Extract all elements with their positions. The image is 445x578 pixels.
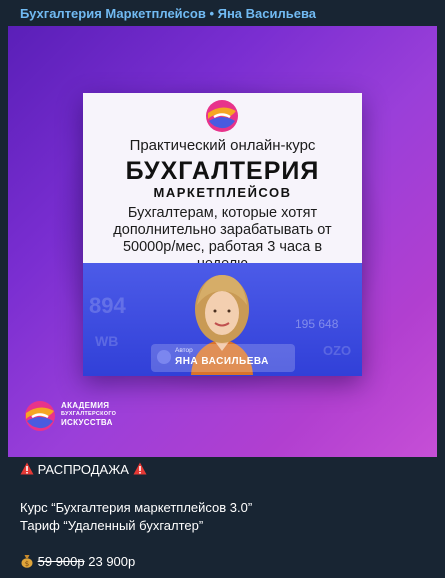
- tariff-line: Тариф “Удаленный бухгалтер”: [20, 518, 204, 533]
- promo-card: Практический онлайн-курс БУХГАЛТЕРИЯ МАР…: [83, 93, 362, 376]
- course-line: Курс “Бухгалтерия маркетплейсов 3.0”: [20, 500, 253, 515]
- bg-number: 894: [89, 293, 126, 318]
- svg-text:$: $: [25, 560, 29, 568]
- course-title-sub: МАРКЕТПЛЕЙСОВ: [153, 185, 292, 200]
- price-line: $ 59 900р 23 900р: [20, 554, 135, 569]
- academy-line1: АКАДЕМИЯ: [61, 401, 110, 410]
- warning-icon: [20, 462, 34, 475]
- sale-label: РАСПРОДАЖА: [37, 462, 129, 477]
- bg-number: OZO: [323, 343, 352, 358]
- sale-line: РАСПРОДАЖА: [20, 462, 147, 477]
- warning-icon: [133, 462, 147, 475]
- author-badge: Автор ЯНА ВАСИЛЬЕВА: [151, 344, 295, 372]
- academy-line2: БУХГАЛТЕРСКОГО: [61, 411, 117, 417]
- author-name: ЯНА ВАСИЛЬЕВА: [175, 356, 269, 367]
- course-title: БУХГАЛТЕРИЯ: [125, 157, 320, 185]
- academy-line3: ИСКУССТВА: [61, 418, 113, 427]
- author-label: Автор: [175, 347, 193, 354]
- bg-number: 195 648: [295, 317, 339, 331]
- money-bag-icon: $: [21, 555, 33, 568]
- channel-post: Бухгалтерия Маркетплейсов • Яна Васильев…: [0, 0, 445, 578]
- author-avatar: [157, 350, 171, 364]
- course-logo: [206, 100, 238, 132]
- bg-number: WB: [95, 333, 119, 349]
- course-subtitle: Практический онлайн-курс: [129, 137, 316, 154]
- academy-name: АКАДЕМИЯ БУХГАЛТЕРСКОГО ИСКУССТВА: [61, 401, 151, 428]
- academy-brand: АКАДЕМИЯ БУХГАЛТЕРСКОГО ИСКУССТВА: [24, 398, 144, 436]
- old-price: 59 900р: [37, 554, 85, 569]
- channel-title[interactable]: Бухгалтерия Маркетплейсов • Яна Васильев…: [20, 6, 316, 21]
- post-image[interactable]: Практический онлайн-курс БУХГАЛТЕРИЯ МАР…: [8, 26, 437, 457]
- academy-logo: [25, 401, 55, 431]
- new-price: 23 900р: [88, 554, 136, 569]
